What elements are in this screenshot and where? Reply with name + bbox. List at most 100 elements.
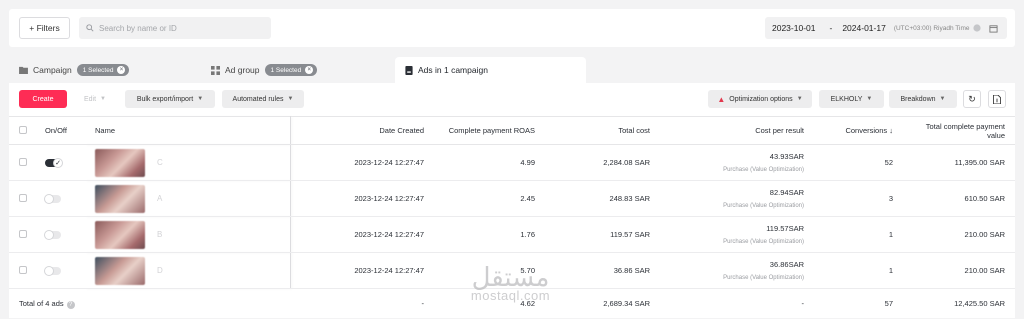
cost-per-result-value: 119.57SAR <box>766 224 804 233</box>
tab-ad-group-label: Ad group <box>225 65 260 75</box>
result-type: Purchase (Value Optimization) <box>723 203 804 209</box>
campaign-badge-label: 1 Selected <box>82 66 114 74</box>
col-on-off[interactable]: On/Off <box>35 116 85 145</box>
ad-name[interactable]: A <box>157 194 162 203</box>
calendar-icon[interactable] <box>988 24 998 33</box>
conversions-cell: 3 <box>814 180 903 217</box>
export-button[interactable] <box>988 90 1006 108</box>
folder-icon <box>19 66 28 74</box>
create-button[interactable]: Create <box>19 90 67 108</box>
table-row[interactable]: ✓ C 2023-12-24 12:27:47 4.99 2,284.08 SA… <box>9 144 1015 181</box>
tab-campaign[interactable]: Campaign 1 Selected × <box>19 57 130 83</box>
tab-ads-label: Ads in 1 campaign <box>418 65 488 75</box>
date-created-cell: 2023-12-24 12:27:47 <box>290 144 434 181</box>
date-start: 2023-10-01 <box>772 23 816 33</box>
tab-ads[interactable]: Ads in 1 campaign <box>395 57 586 83</box>
ad-name-cell: B <box>85 216 291 253</box>
total-payment-value-cell: 12,425.50 SAR <box>954 299 1005 309</box>
top-filter-bar: + Filters 2023-10-01 - 2024-01-17 (UTC+0… <box>9 9 1015 47</box>
clear-campaign-icon[interactable]: × <box>117 66 126 74</box>
bulk-export-import-button[interactable]: Bulk export/import ▼ <box>125 90 215 108</box>
account-selector[interactable]: ELKHOLY ▼ <box>819 90 884 108</box>
col-total-payment-value[interactable]: Total complete payment value <box>903 116 1015 145</box>
ad-name[interactable]: B <box>157 230 162 239</box>
cost-per-result-cell: 82.94SAR Purchase (Value Optimization) <box>660 180 814 217</box>
ad-group-selected-badge: 1 Selected × <box>264 64 318 76</box>
refresh-icon: ↻ <box>968 93 976 104</box>
search-icon <box>86 24 94 32</box>
total-label: Total of 4 ads <box>19 298 64 308</box>
col-roas[interactable]: Complete payment ROAS <box>434 116 545 145</box>
ad-thumbnail[interactable] <box>95 220 145 249</box>
chevron-down-icon: ▼ <box>939 96 946 102</box>
col-date-created[interactable]: Date Created <box>290 116 434 145</box>
result-type: Purchase (Value Optimization) <box>723 239 804 245</box>
ad-icon <box>405 65 413 75</box>
conversions-cell: 52 <box>814 144 903 181</box>
tab-ad-group[interactable]: Ad group 1 Selected × <box>211 57 318 83</box>
table-row[interactable]: A 2023-12-24 12:27:47 2.45 248.83 SAR 82… <box>9 180 1015 217</box>
help-icon[interactable]: ? <box>66 300 75 309</box>
row-checkbox[interactable] <box>19 265 27 274</box>
select-all-checkbox[interactable] <box>19 125 27 134</box>
row-select-cell <box>9 180 35 217</box>
clear-ad-group-icon[interactable]: × <box>305 66 314 74</box>
table-row[interactable]: B 2023-12-24 12:27:47 1.76 119.57 SAR 11… <box>9 216 1015 253</box>
search-input[interactable] <box>99 23 259 33</box>
row-select-cell <box>9 216 35 253</box>
payment-value-cell: 610.50 SAR <box>903 180 1015 217</box>
grid-icon <box>211 65 220 75</box>
total-label-cell: Total of 4 ads? <box>9 289 290 319</box>
level-tabs: Campaign 1 Selected × Ad group 1 Selecte… <box>9 57 1015 83</box>
col-cost-per-result[interactable]: Cost per result <box>660 116 814 145</box>
date-created-cell: 2023-12-24 12:27:47 <box>290 180 434 217</box>
rules-button-label: Automated rules <box>232 95 284 103</box>
campaign-selected-badge: 1 Selected × <box>76 64 130 76</box>
chevron-down-icon: ▼ <box>197 96 204 102</box>
payment-value-cell: 210.00 SAR <box>903 252 1015 289</box>
total-cost-cell: 2,689.34 SAR <box>603 299 650 309</box>
date-created-cell: 2023-12-24 12:27:47 <box>290 216 434 253</box>
breakdown-button-label: Breakdown <box>900 95 936 103</box>
search-box[interactable] <box>79 17 271 39</box>
optimization-options-button[interactable]: ▲ Optimization options ▼ <box>708 90 812 108</box>
col-name[interactable]: Name <box>85 116 291 145</box>
cost-per-result-cell: 36.86SAR Purchase (Value Optimization) <box>660 252 814 289</box>
ad-name[interactable]: D <box>157 266 163 275</box>
edit-button-label: Edit <box>83 95 97 103</box>
table-header-row: On/Off Name Date Created Complete paymen… <box>9 116 1015 145</box>
ad-status-toggle[interactable] <box>44 194 61 204</box>
ad-status-toggle[interactable]: ✓ <box>45 158 63 168</box>
chevron-down-icon: ▼ <box>796 96 803 102</box>
payment-value-cell: 11,395.00 SAR <box>903 144 1015 181</box>
timezone-label: (UTC+03:00) Riyadh Time <box>893 24 970 32</box>
ad-thumbnail[interactable] <box>95 256 145 285</box>
ad-name[interactable]: C <box>157 158 163 167</box>
col-conversions[interactable]: Conversions ↓ <box>814 116 903 145</box>
roas-cell: 4.99 <box>434 144 545 181</box>
row-checkbox[interactable] <box>19 193 27 202</box>
row-checkbox[interactable] <box>19 229 27 238</box>
row-checkbox[interactable] <box>19 157 27 166</box>
ad-status-toggle[interactable] <box>44 230 61 240</box>
filters-button[interactable]: + Filters <box>19 17 70 39</box>
col-total-cost[interactable]: Total cost <box>545 116 660 145</box>
ad-thumbnail[interactable] <box>95 184 145 213</box>
refresh-button[interactable]: ↻ <box>963 90 981 108</box>
ad-thumbnail[interactable] <box>95 148 145 177</box>
toggle-knob <box>44 194 54 204</box>
cost-per-result-cell: 43.93SAR Purchase (Value Optimization) <box>660 144 814 181</box>
ad-name-cell: A <box>85 180 291 217</box>
help-icon[interactable] <box>972 24 981 32</box>
automated-rules-button[interactable]: Automated rules ▼ <box>222 90 304 108</box>
chevron-down-icon: ▼ <box>866 96 873 102</box>
ad-group-badge-label: 1 Selected <box>270 66 302 74</box>
date-range-picker[interactable]: 2023-10-01 - 2024-01-17 (UTC+03:00) Riya… <box>765 17 1007 39</box>
total-cpr-cell: - <box>801 299 805 309</box>
toggle-cell <box>35 252 85 289</box>
cost-per-result-value: 82.94SAR <box>769 188 804 197</box>
edit-button[interactable]: Edit ▼ <box>73 90 117 108</box>
ad-status-toggle[interactable] <box>44 266 61 276</box>
toggle-knob <box>44 230 54 240</box>
breakdown-button[interactable]: Breakdown ▼ <box>889 90 957 108</box>
